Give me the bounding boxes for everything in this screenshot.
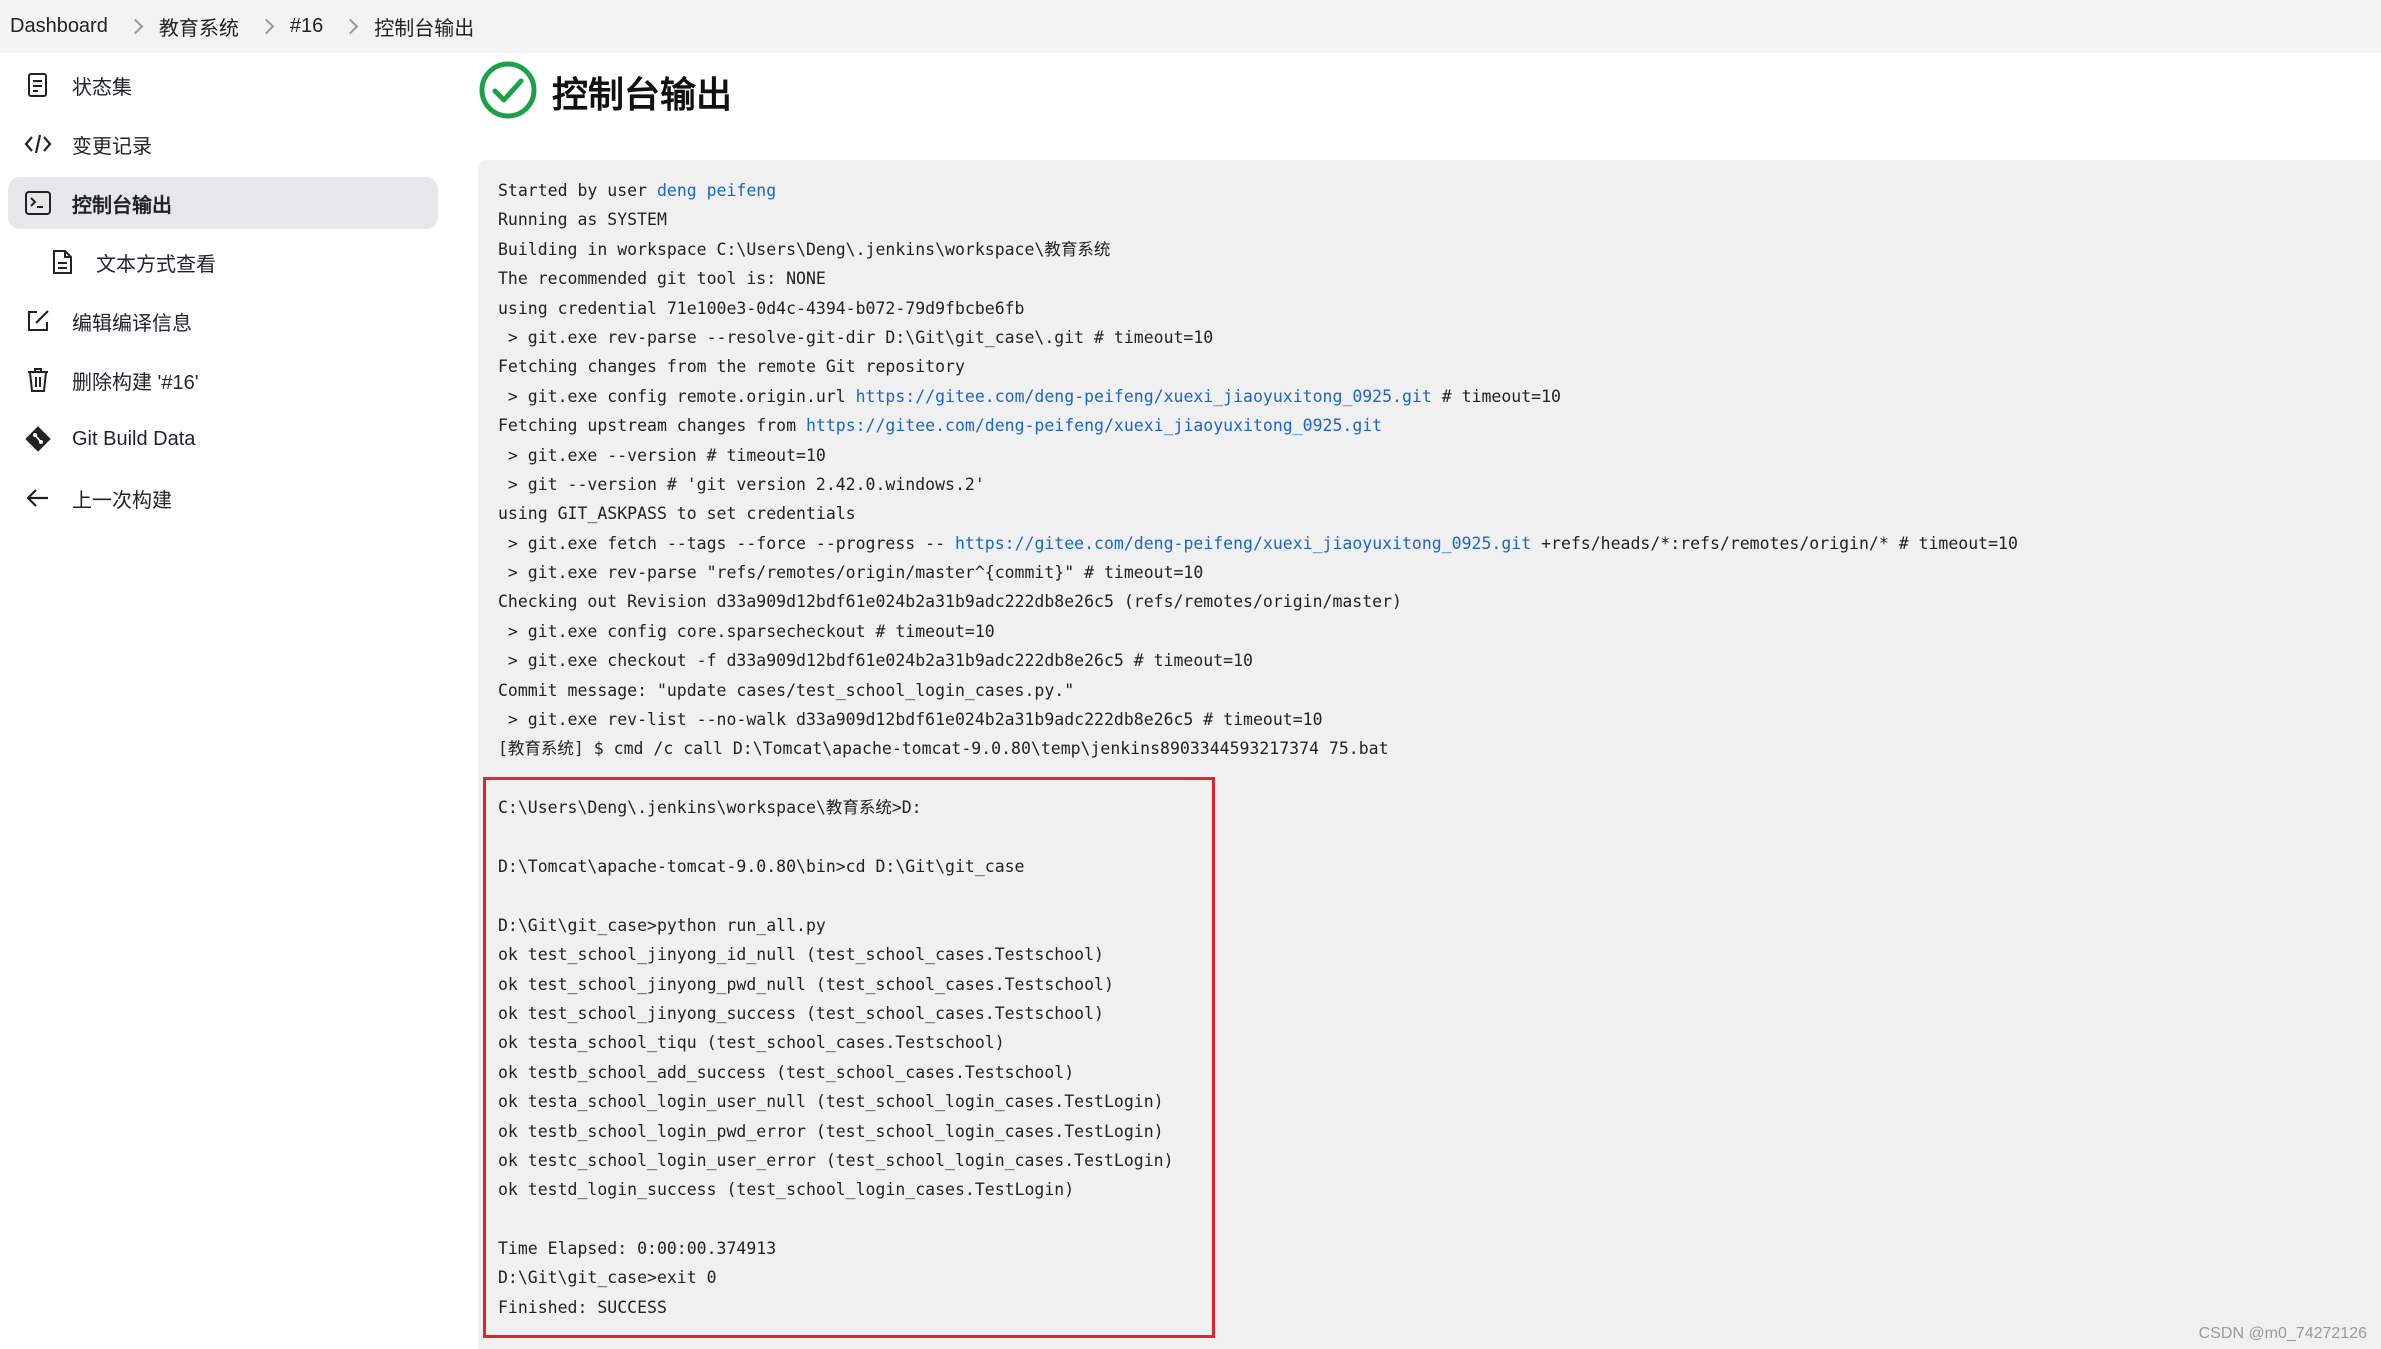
- console-text: +refs/heads/*:refs/remotes/origin/* # ti…: [1531, 533, 2018, 553]
- git-icon: [22, 423, 54, 455]
- console-text: > git.exe config remote.origin.url: [498, 386, 856, 406]
- sidebar-item-view-as-text[interactable]: 文本方式查看: [8, 236, 438, 288]
- console-text: > git.exe rev-parse "refs/remotes/origin…: [498, 563, 1204, 583]
- console-text: > git.exe fetch --tags --force --progres…: [498, 533, 955, 553]
- breadcrumb: Dashboard 教育系统 #16 控制台输出: [0, 0, 2381, 53]
- console-text: > git.exe config core.sparsecheckout # t…: [498, 621, 995, 641]
- console-line: Fetching upstream changes from https://g…: [498, 411, 2018, 440]
- console-text: # timeout=10: [1431, 386, 1561, 406]
- console-line: > git.exe rev-list --no-walk d33a909d12b…: [498, 705, 2018, 734]
- sidebar-item-label: 控制台输出: [72, 194, 172, 217]
- chevron-right-icon: [258, 18, 275, 35]
- console-line: Fetching changes from the remote Git rep…: [498, 352, 2018, 381]
- sidebar-item-console-output[interactable]: 控制台输出: [8, 177, 438, 229]
- sidebar-item-label: 变更记录: [72, 135, 152, 158]
- code-icon: [22, 128, 54, 160]
- console-line: > git.exe checkout -f d33a909d12bdf61e02…: [498, 646, 2018, 675]
- highlight-box: [483, 777, 1215, 1338]
- breadcrumb-current[interactable]: 控制台输出: [374, 12, 474, 41]
- console-link[interactable]: deng peifeng: [657, 181, 776, 200]
- sidebar-item-label: 编辑编译信息: [72, 312, 192, 335]
- console-line: > git.exe fetch --tags --force --progres…: [498, 529, 2018, 558]
- document-icon: [22, 69, 54, 101]
- sidebar-item-label: 状态集: [72, 76, 132, 99]
- edit-icon: [22, 305, 54, 337]
- console-line: using GIT_ASKPASS to set credentials: [498, 499, 2018, 528]
- console-line: Running as SYSTEM: [498, 205, 2018, 234]
- page-header: 控制台输出: [478, 60, 732, 124]
- arrow-left-icon: [22, 482, 54, 514]
- chevron-right-icon: [127, 18, 144, 35]
- console-text: Running as SYSTEM: [498, 210, 667, 230]
- sidebar-item-git-build-data[interactable]: Git Build Data: [8, 413, 438, 465]
- console-text: Checking out Revision d33a909d12bdf61e02…: [498, 592, 1402, 612]
- sidebar-item-label: 删除构建 '#16': [72, 371, 199, 394]
- console-text: Fetching changes from the remote Git rep…: [498, 357, 965, 377]
- sidebar-item-label: 上一次构建: [72, 489, 172, 512]
- sidebar-item-status[interactable]: 状态集: [8, 59, 438, 111]
- console-text: The recommended git tool is: NONE: [498, 269, 826, 289]
- console-line: Building in workspace C:\Users\Deng\.jen…: [498, 235, 2018, 264]
- console-text: > git --version # 'git version 2.42.0.wi…: [498, 474, 985, 494]
- console-line: The recommended git tool is: NONE: [498, 264, 2018, 293]
- sidebar-item-edit-build-info[interactable]: 编辑编译信息: [8, 295, 438, 347]
- console-line: > git.exe --version # timeout=10: [498, 441, 2018, 470]
- breadcrumb-build[interactable]: #16: [290, 15, 323, 38]
- sidebar-item-label: Git Build Data: [72, 427, 196, 450]
- console-line: Checking out Revision d33a909d12bdf61e02…: [498, 587, 2018, 616]
- console-text: > git.exe checkout -f d33a909d12bdf61e02…: [498, 651, 1253, 671]
- console-text: Started by user: [498, 181, 657, 200]
- console-link[interactable]: https://gitee.com/deng-peifeng/xuexi_jia…: [806, 416, 1382, 435]
- console-line: Started by user deng peifeng: [498, 176, 2018, 205]
- console-text: > git.exe --version # timeout=10: [498, 445, 826, 465]
- console-line: > git.exe config remote.origin.url https…: [498, 382, 2018, 411]
- console-line: using credential 71e100e3-0d4c-4394-b072…: [498, 294, 2018, 323]
- console-text: > git.exe rev-parse --resolve-git-dir D:…: [498, 327, 1214, 347]
- console-line: > git --version # 'git version 2.42.0.wi…: [498, 470, 2018, 499]
- console-text: [教育系统] $ cmd /c call D:\Tomcat\apache-to…: [498, 739, 1389, 759]
- sidebar-item-delete-build[interactable]: 删除构建 '#16': [8, 354, 438, 406]
- console-text: Commit message: "update cases/test_schoo…: [498, 680, 1075, 700]
- trash-icon: [22, 364, 54, 396]
- console-line: > git.exe rev-parse --resolve-git-dir D:…: [498, 323, 2018, 352]
- text-file-icon: [46, 246, 78, 278]
- console-text: Fetching upstream changes from: [498, 416, 806, 436]
- console-link[interactable]: https://gitee.com/deng-peifeng/xuexi_jia…: [955, 534, 1531, 553]
- console-link[interactable]: https://gitee.com/deng-peifeng/xuexi_jia…: [856, 387, 1432, 406]
- sidebar-item-previous-build[interactable]: 上一次构建: [8, 472, 438, 524]
- console-text: using GIT_ASKPASS to set credentials: [498, 504, 856, 524]
- terminal-icon: [22, 187, 54, 219]
- console-line: > git.exe rev-parse "refs/remotes/origin…: [498, 558, 2018, 587]
- console-line: > git.exe config core.sparsecheckout # t…: [498, 617, 2018, 646]
- watermark: CSDN @m0_74272126: [2198, 1325, 2367, 1342]
- console-line: Commit message: "update cases/test_schoo…: [498, 676, 2018, 705]
- page-title: 控制台输出: [552, 74, 733, 115]
- console-text: Building in workspace C:\Users\Deng\.jen…: [498, 239, 1111, 259]
- breadcrumb-dashboard[interactable]: Dashboard: [10, 15, 108, 38]
- breadcrumb-project[interactable]: 教育系统: [159, 12, 239, 41]
- sidebar-item-label: 文本方式查看: [96, 253, 216, 276]
- console-text: using credential 71e100e3-0d4c-4394-b072…: [498, 298, 1025, 318]
- console-text: > git.exe rev-list --no-walk d33a909d12b…: [498, 710, 1323, 730]
- sidebar-item-changes[interactable]: 变更记录: [8, 118, 438, 170]
- console-line: [教育系统] $ cmd /c call D:\Tomcat\apache-to…: [498, 734, 2018, 763]
- chevron-right-icon: [342, 18, 359, 35]
- success-check-icon: [478, 60, 538, 125]
